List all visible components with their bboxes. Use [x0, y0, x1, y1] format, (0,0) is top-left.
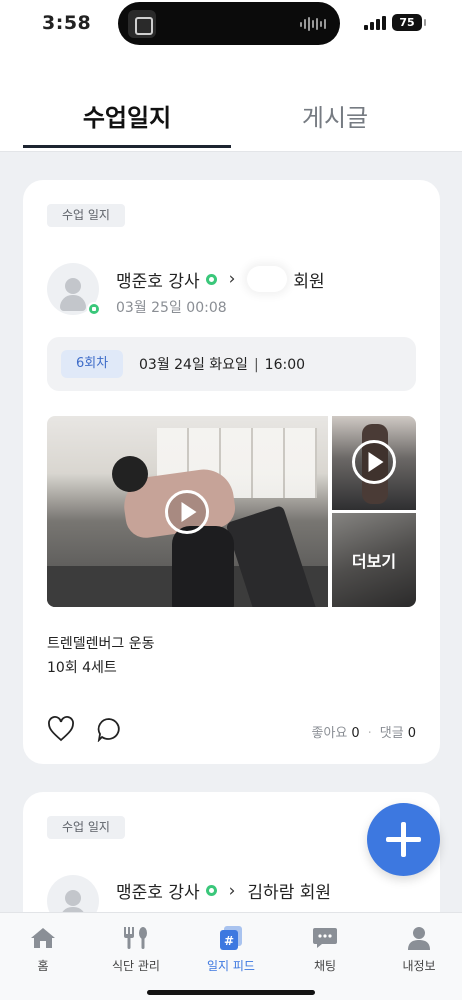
feed-icon: #	[220, 926, 242, 950]
live-activity-app-icon	[128, 10, 156, 38]
nav-feed[interactable]: # 일지 피드	[185, 923, 277, 974]
comment-icon[interactable]	[96, 717, 122, 742]
audio-wave-icon	[300, 16, 326, 32]
post-actions: 좋아요 0 · 댓글 0	[47, 716, 416, 742]
verified-icon	[205, 885, 217, 896]
bench	[225, 504, 323, 607]
svg-text:#: #	[224, 934, 234, 948]
top-tab-bar: 수업일지 게시글	[0, 48, 462, 152]
post-author-line: 맹준호 강사 › 회원	[116, 266, 325, 292]
tab-class-journal[interactable]: 수업일지	[23, 98, 231, 133]
verified-icon	[205, 273, 217, 285]
status-bar: 3:58 75	[0, 0, 462, 48]
comments-label: 댓글	[379, 726, 404, 741]
add-journal-button[interactable]	[367, 803, 440, 876]
play-icon[interactable]	[165, 490, 209, 534]
cellular-signal-icon	[364, 16, 386, 30]
likes-count: 0	[351, 726, 360, 741]
redacted-member-name	[247, 266, 288, 292]
engagement-stats: 좋아요 0 · 댓글 0	[311, 722, 416, 741]
nav-home-label: 홈	[37, 959, 49, 973]
bottom-nav: 홈 식단 관리 # 일지 피드 채팅 내정보	[0, 912, 462, 1000]
play-icon[interactable]	[352, 440, 396, 484]
post-timestamp: 03월 25일 00:08	[116, 300, 227, 316]
member-name[interactable]: 회원	[293, 267, 324, 292]
nav-profile[interactable]: 내정보	[373, 923, 462, 974]
instructor-name[interactable]: 맹준호 강사	[116, 878, 200, 903]
online-status-icon	[87, 302, 101, 316]
comments-count: 0	[407, 726, 416, 741]
member-name[interactable]: 김하람 회원	[247, 878, 331, 903]
heart-icon[interactable]	[47, 716, 75, 742]
avatar-head	[65, 278, 81, 294]
avatar-body	[60, 295, 86, 311]
session-info-box: 6회차 03월 24일 화요일 | 16:00	[47, 337, 416, 391]
session-datetime: 03월 24일 화요일 | 16:00	[139, 354, 305, 374]
home-indicator[interactable]	[147, 990, 315, 995]
profile-icon	[408, 927, 430, 950]
exercise-name: 트렌델렌버그 운동	[47, 636, 155, 652]
session-count-badge: 6회차	[61, 350, 124, 378]
likes-label: 좋아요	[311, 726, 348, 741]
journal-card[interactable]: 수업 일지 맹준호 강사 › 회원 03월 25일 00:08 6회차 03월 …	[23, 180, 440, 764]
person-head	[112, 456, 148, 492]
nav-home[interactable]: 홈	[0, 923, 89, 974]
post-author-line: 맹준호 강사 › 김하람 회원	[116, 878, 331, 904]
home-icon	[31, 928, 55, 948]
post-type-chip: 수업 일지	[47, 816, 125, 839]
media-gallery: 더보기	[47, 416, 416, 607]
nav-profile-label: 내정보	[402, 959, 436, 973]
session-date: 03월 24일 화요일	[139, 357, 248, 373]
nav-diet-label: 식단 관리	[112, 959, 160, 973]
nav-chat-label: 채팅	[313, 959, 337, 973]
chat-icon	[313, 928, 337, 948]
chevron-right-icon: ›	[228, 269, 236, 289]
tab-posts[interactable]: 게시글	[231, 98, 439, 133]
video-thumbnail-2[interactable]	[332, 416, 416, 510]
separator: |	[253, 357, 259, 373]
nav-feed-label: 일지 피드	[207, 959, 255, 973]
avatar-head	[65, 890, 81, 906]
instructor-name[interactable]: 맹준호 강사	[116, 267, 200, 292]
chevron-right-icon: ›	[228, 880, 236, 901]
nav-chat[interactable]: 채팅	[279, 923, 371, 974]
dynamic-island	[118, 2, 340, 45]
nav-diet[interactable]: 식단 관리	[90, 923, 182, 974]
exercise-description: 트렌델렌버그 운동 10회 4세트	[47, 632, 155, 680]
session-time: 16:00	[264, 357, 306, 373]
video-thumbnail-main[interactable]	[47, 416, 328, 607]
utensils-icon	[124, 927, 147, 949]
more-media-thumbnail[interactable]: 더보기	[332, 513, 416, 607]
post-type-chip: 수업 일지	[47, 204, 125, 227]
active-tab-indicator	[23, 145, 231, 148]
status-time: 3:58	[42, 12, 92, 34]
separator-dot: ·	[367, 726, 372, 741]
person-legs	[172, 526, 234, 607]
exercise-detail: 10회 4세트	[47, 660, 117, 676]
more-media-label[interactable]: 더보기	[332, 513, 416, 607]
battery-icon: 75	[392, 14, 426, 31]
